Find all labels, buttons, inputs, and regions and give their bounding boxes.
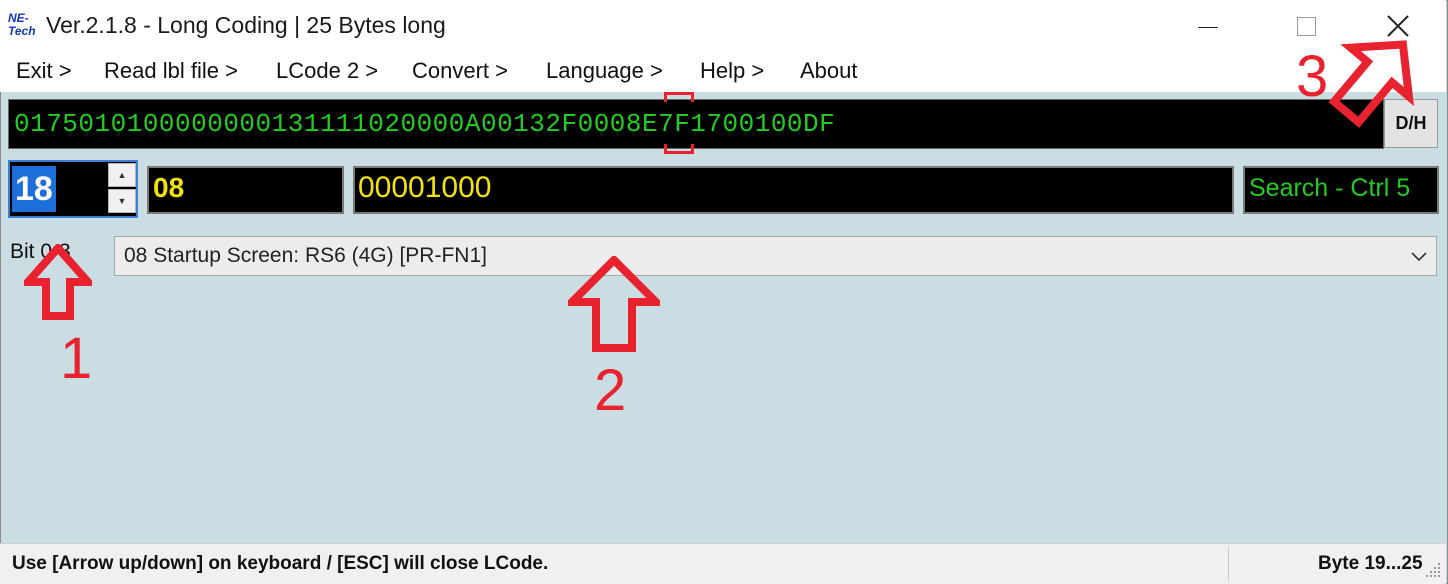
caret-down-icon: ▼: [117, 196, 127, 206]
annotation-label-2: 2: [594, 358, 627, 423]
menu-exit[interactable]: Exit >: [16, 58, 72, 84]
coding-hex-text: 0175010100000000131111020000A00132F0008E…: [14, 109, 836, 139]
minimize-button[interactable]: [1160, 0, 1256, 52]
byte-index-value[interactable]: 18: [12, 166, 56, 212]
logo-line-2: Tech: [8, 24, 36, 38]
annotation-arrow-3-icon: [1328, 40, 1415, 128]
resize-grip-icon[interactable]: [1424, 561, 1442, 579]
annotation-label-3: 3: [1296, 44, 1329, 109]
chevron-down-icon[interactable]: [1408, 245, 1430, 267]
menu-convert[interactable]: Convert >: [412, 58, 508, 84]
menu-language[interactable]: Language >: [546, 58, 663, 84]
option-selected-value: 08 Startup Screen: RS6 (4G) [PR-FN1]: [124, 244, 487, 267]
byte-hex-value: 08: [153, 172, 185, 203]
menu-about[interactable]: About: [800, 58, 858, 84]
menu-lcode-2[interactable]: LCode 2 >: [276, 58, 378, 84]
status-divider: [1228, 547, 1229, 581]
search-label: Search - Ctrl 5: [1249, 174, 1411, 202]
selected-byte-highlight: [664, 92, 694, 154]
annotation-label-1: 1: [60, 326, 93, 391]
maximize-icon: [1296, 16, 1316, 36]
app-logo: NE- Tech: [8, 12, 42, 40]
menu-read-lbl-file[interactable]: Read lbl file >: [104, 58, 238, 84]
window-title: Ver.2.1.8 - Long Coding | 25 Bytes long: [46, 12, 446, 38]
spin-down-button[interactable]: ▼: [108, 189, 136, 213]
caret-up-icon: ▲: [117, 170, 127, 180]
status-byte-range: Byte 19...25: [1318, 553, 1423, 574]
menu-help[interactable]: Help >: [700, 58, 764, 84]
annotation-arrow-1-icon: [24, 244, 92, 320]
byte-binary-value: 00001000: [358, 171, 492, 204]
status-hint: Use [Arrow up/down] on keyboard / [ESC] …: [12, 553, 549, 574]
minimize-icon: [1198, 26, 1218, 28]
spin-up-button[interactable]: ▲: [108, 163, 136, 187]
annotation-arrow-2-icon: [568, 256, 660, 352]
